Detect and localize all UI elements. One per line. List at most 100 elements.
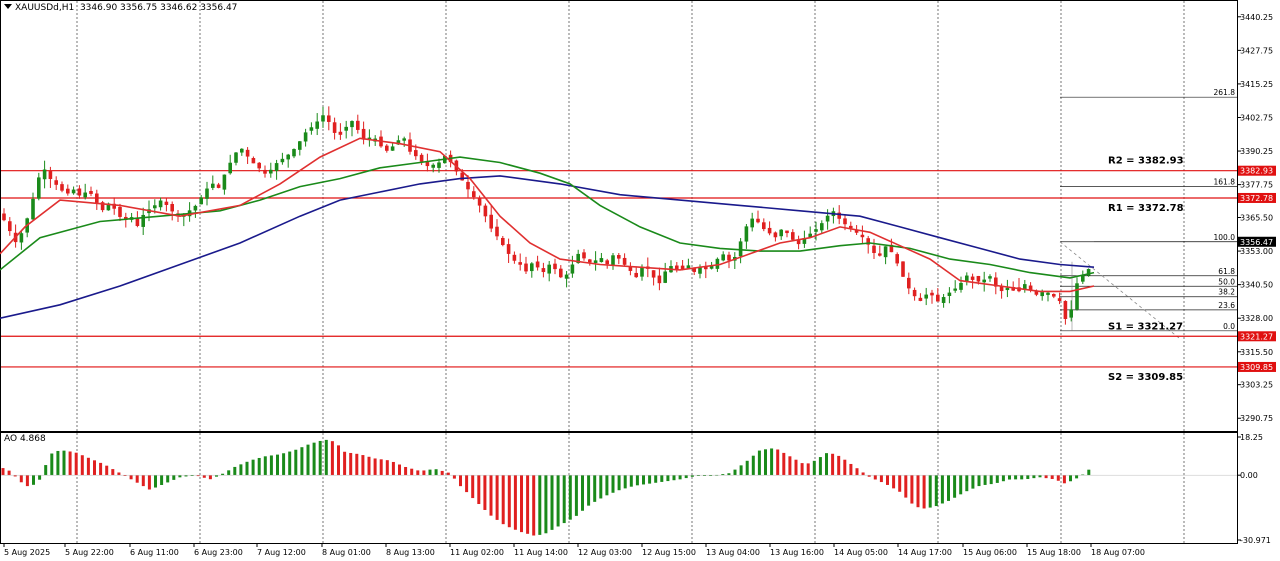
candle-body <box>744 226 749 242</box>
level-label: R1 = 3372.78 <box>1108 203 1184 214</box>
ao-bar <box>825 453 828 476</box>
candle-body <box>71 189 76 194</box>
ao-bar <box>562 475 566 524</box>
ao-bar <box>678 475 682 480</box>
candle-body <box>622 257 627 265</box>
candle-body <box>321 115 325 122</box>
time-axis-label: 6 Aug 11:00 <box>130 548 179 557</box>
candle-body <box>483 205 488 217</box>
candle-body <box>286 154 290 160</box>
candle-body <box>419 154 424 162</box>
candle-body <box>918 297 923 301</box>
ao-axis-label: 0.00 <box>1240 471 1258 480</box>
candle-body <box>66 188 70 194</box>
candle-body <box>547 264 551 274</box>
ao-bar <box>343 451 347 476</box>
ao-bar <box>1 468 5 476</box>
candle-body <box>327 115 331 122</box>
ao-bar <box>147 475 151 490</box>
ao-bar <box>257 457 261 476</box>
ao-bar <box>940 475 944 504</box>
ao-bar <box>959 475 963 495</box>
candle-body <box>970 276 975 280</box>
ao-bar <box>465 475 469 493</box>
ao-bar <box>239 464 243 476</box>
price-axis-label: 3402.75 <box>1240 113 1273 122</box>
candle-body <box>640 267 644 277</box>
ao-bar <box>459 475 462 487</box>
ao-bar <box>38 475 42 480</box>
candle-body <box>240 148 244 153</box>
candle-body <box>489 214 493 229</box>
price-axis-label: 3328.00 <box>1240 314 1273 323</box>
level-price-tag-text: 3382.93 <box>1240 167 1273 176</box>
ao-bar <box>904 475 908 498</box>
candle-body <box>1005 287 1010 291</box>
current-price-tag-text: 3356.47 <box>1240 238 1273 247</box>
ao-bar <box>56 450 60 476</box>
ao-bar <box>794 459 798 476</box>
price-axis-label: 3353.00 <box>1240 247 1273 256</box>
ao-bar <box>800 463 804 476</box>
candle-body <box>222 174 227 190</box>
ao-bar <box>434 469 438 476</box>
candle-body <box>936 294 940 302</box>
candle-body <box>350 121 354 128</box>
candle-body <box>1040 292 1044 297</box>
candle-body <box>628 266 633 271</box>
candle-body <box>692 268 696 272</box>
candle-body <box>274 163 279 172</box>
ao-bar <box>520 475 523 533</box>
ao-bar <box>385 460 389 476</box>
time-axis-label: 18 Aug 07:00 <box>1091 548 1145 557</box>
ao-bar <box>367 456 371 476</box>
candle-body <box>141 214 145 227</box>
ao-bar <box>501 475 505 525</box>
ao-bar <box>666 475 670 482</box>
ao-bar <box>373 458 377 476</box>
candle-body <box>37 177 41 199</box>
candle-body <box>535 261 540 268</box>
time-axis-label: 13 Aug 16:00 <box>770 548 824 557</box>
ao-bar <box>983 475 987 485</box>
ao-bar <box>141 475 145 487</box>
ao-bar <box>843 459 847 476</box>
price-axis-label: 3415.25 <box>1240 80 1273 89</box>
ao-bar <box>995 475 999 483</box>
ao-bar <box>617 475 621 491</box>
candle-body <box>228 162 232 174</box>
price-axis-label: 3377.75 <box>1240 181 1273 190</box>
candle-body <box>495 226 499 237</box>
candle-body <box>356 120 360 130</box>
candle-body <box>292 149 296 157</box>
ao-bar <box>855 468 859 476</box>
ao-bar <box>330 441 334 476</box>
candle-body <box>907 277 911 289</box>
candle-body <box>153 205 157 209</box>
ao-bar <box>898 475 902 492</box>
ao-bar <box>288 451 292 476</box>
ao-bar <box>202 475 206 478</box>
ao-bar <box>1044 475 1048 479</box>
ao-bar <box>361 455 365 476</box>
time-axis-label: 11 Aug 14:00 <box>514 548 568 557</box>
candle-body <box>773 232 778 238</box>
collapse-triangle-icon[interactable] <box>4 4 12 9</box>
ao-bar <box>611 475 615 493</box>
candle-body <box>437 162 441 168</box>
candle-body <box>843 218 847 225</box>
ao-bar <box>471 475 475 499</box>
candle-body <box>205 188 209 199</box>
candle-body <box>251 158 256 164</box>
candle-body <box>118 206 122 217</box>
ao-bar <box>306 444 310 476</box>
candle-body <box>8 221 12 232</box>
ao-bar <box>1026 475 1030 479</box>
candle-body <box>1081 275 1085 282</box>
chart-canvas[interactable]: 3440.25 3427.75 3415.25 3402.75 3390.25 3377.… <box>0 0 1280 561</box>
symbol-header[interactable]: XAUUSDd,H1 3346.90 3356.75 3346.62 3356.… <box>4 3 237 13</box>
ao-bar <box>25 475 29 487</box>
price-axis-label: 3303.25 <box>1240 381 1273 390</box>
price-axis-label: 3440.25 <box>1240 13 1273 22</box>
level-label: S2 = 3309.85 <box>1108 372 1183 383</box>
